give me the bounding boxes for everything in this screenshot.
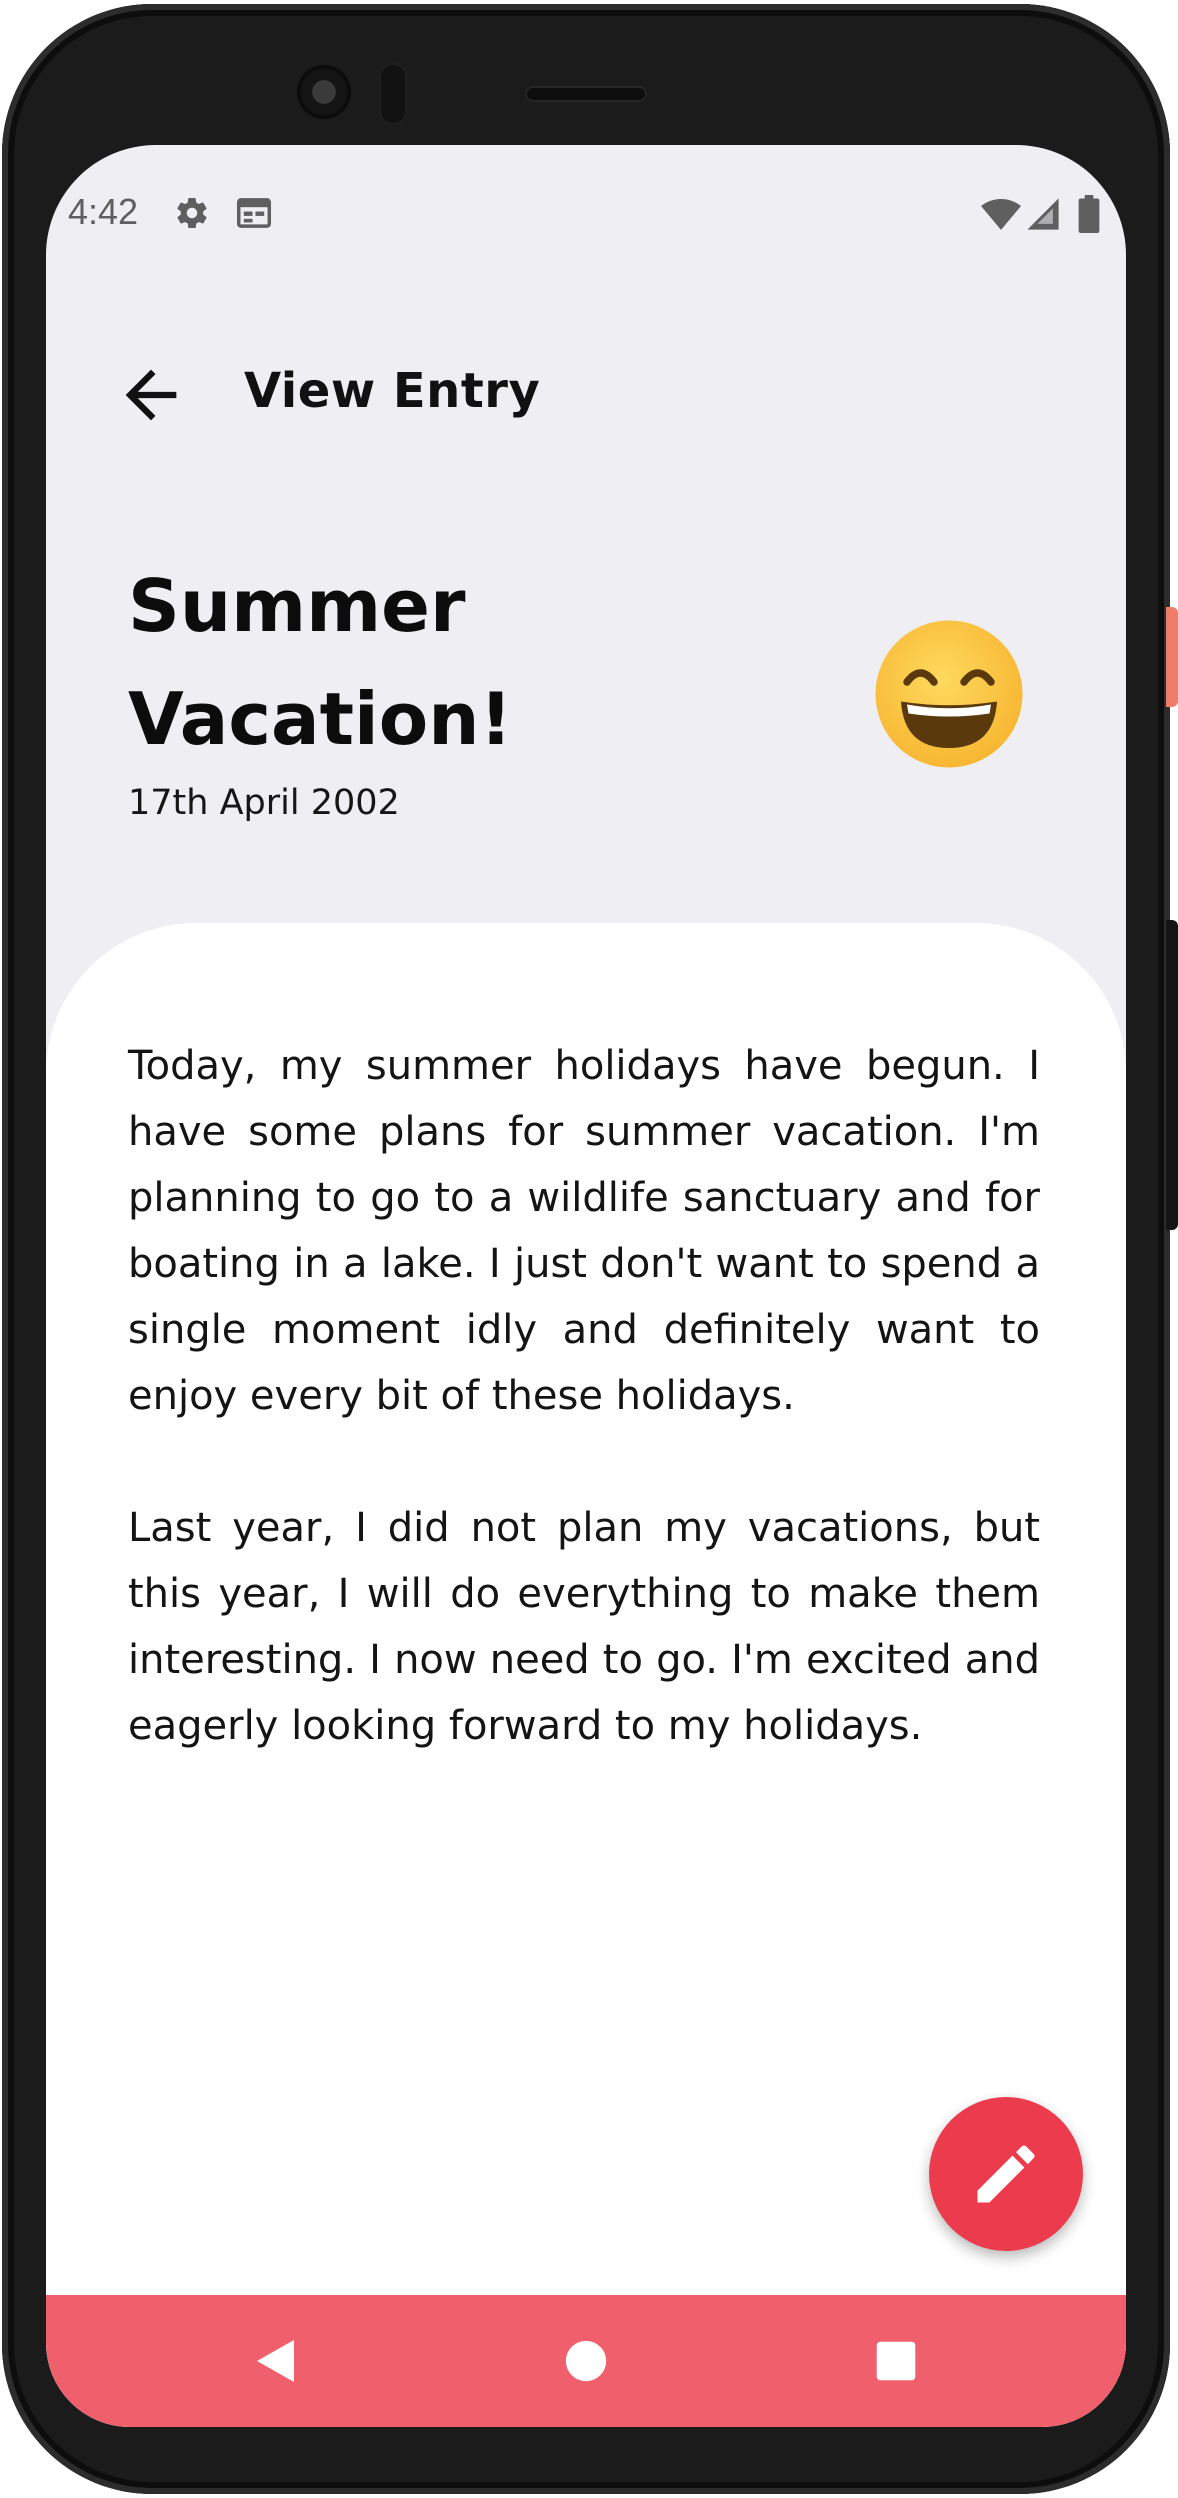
nav-recents-button[interactable] — [866, 2331, 926, 2391]
status-time: 4:42 — [68, 191, 139, 232]
gear-icon — [177, 198, 207, 229]
status-bar: 4:42 — [46, 145, 1126, 285]
app-screen: 4:42 View Entry Summer Vacation! 17th Ap… — [46, 145, 1126, 2427]
signal-icon — [1027, 198, 1059, 230]
calendar-icon — [236, 198, 272, 228]
volume-button — [1166, 920, 1178, 1230]
entry-paragraph-2: Last year, I did not plan my vacations, … — [128, 1505, 1040, 1749]
back-triangle-icon — [257, 2340, 294, 2382]
arrow-left-icon — [125, 369, 177, 421]
recents-square-icon — [876, 2341, 916, 2381]
proximity-sensor — [378, 62, 408, 126]
battery-icon — [1078, 195, 1100, 233]
page-title: View Entry — [244, 363, 541, 419]
entry-title: Summer Vacation! — [128, 564, 513, 761]
home-circle-icon — [565, 2340, 607, 2382]
nav-back-button[interactable] — [246, 2331, 306, 2391]
back-button[interactable] — [106, 350, 196, 440]
power-button — [1166, 607, 1178, 707]
entry-paragraph-1: Today, my summer holidays have begun. I … — [128, 1043, 1040, 1419]
entry-date: 17th April 2002 — [128, 783, 400, 823]
phone-frame: 4:42 View Entry Summer Vacation! 17th Ap… — [0, 0, 1178, 2498]
edit-entry-button[interactable] — [929, 2097, 1083, 2251]
earpiece-speaker — [525, 86, 647, 102]
system-navigation-bar — [46, 2295, 1126, 2427]
wifi-icon — [981, 199, 1021, 230]
front-camera — [297, 65, 351, 119]
entry-body: Today, my summer holidays have begun. I … — [128, 1033, 1040, 1825]
nav-home-button[interactable] — [556, 2331, 616, 2391]
grinning-face-emoji-icon — [875, 620, 1023, 768]
pencil-icon — [977, 2145, 1035, 2203]
